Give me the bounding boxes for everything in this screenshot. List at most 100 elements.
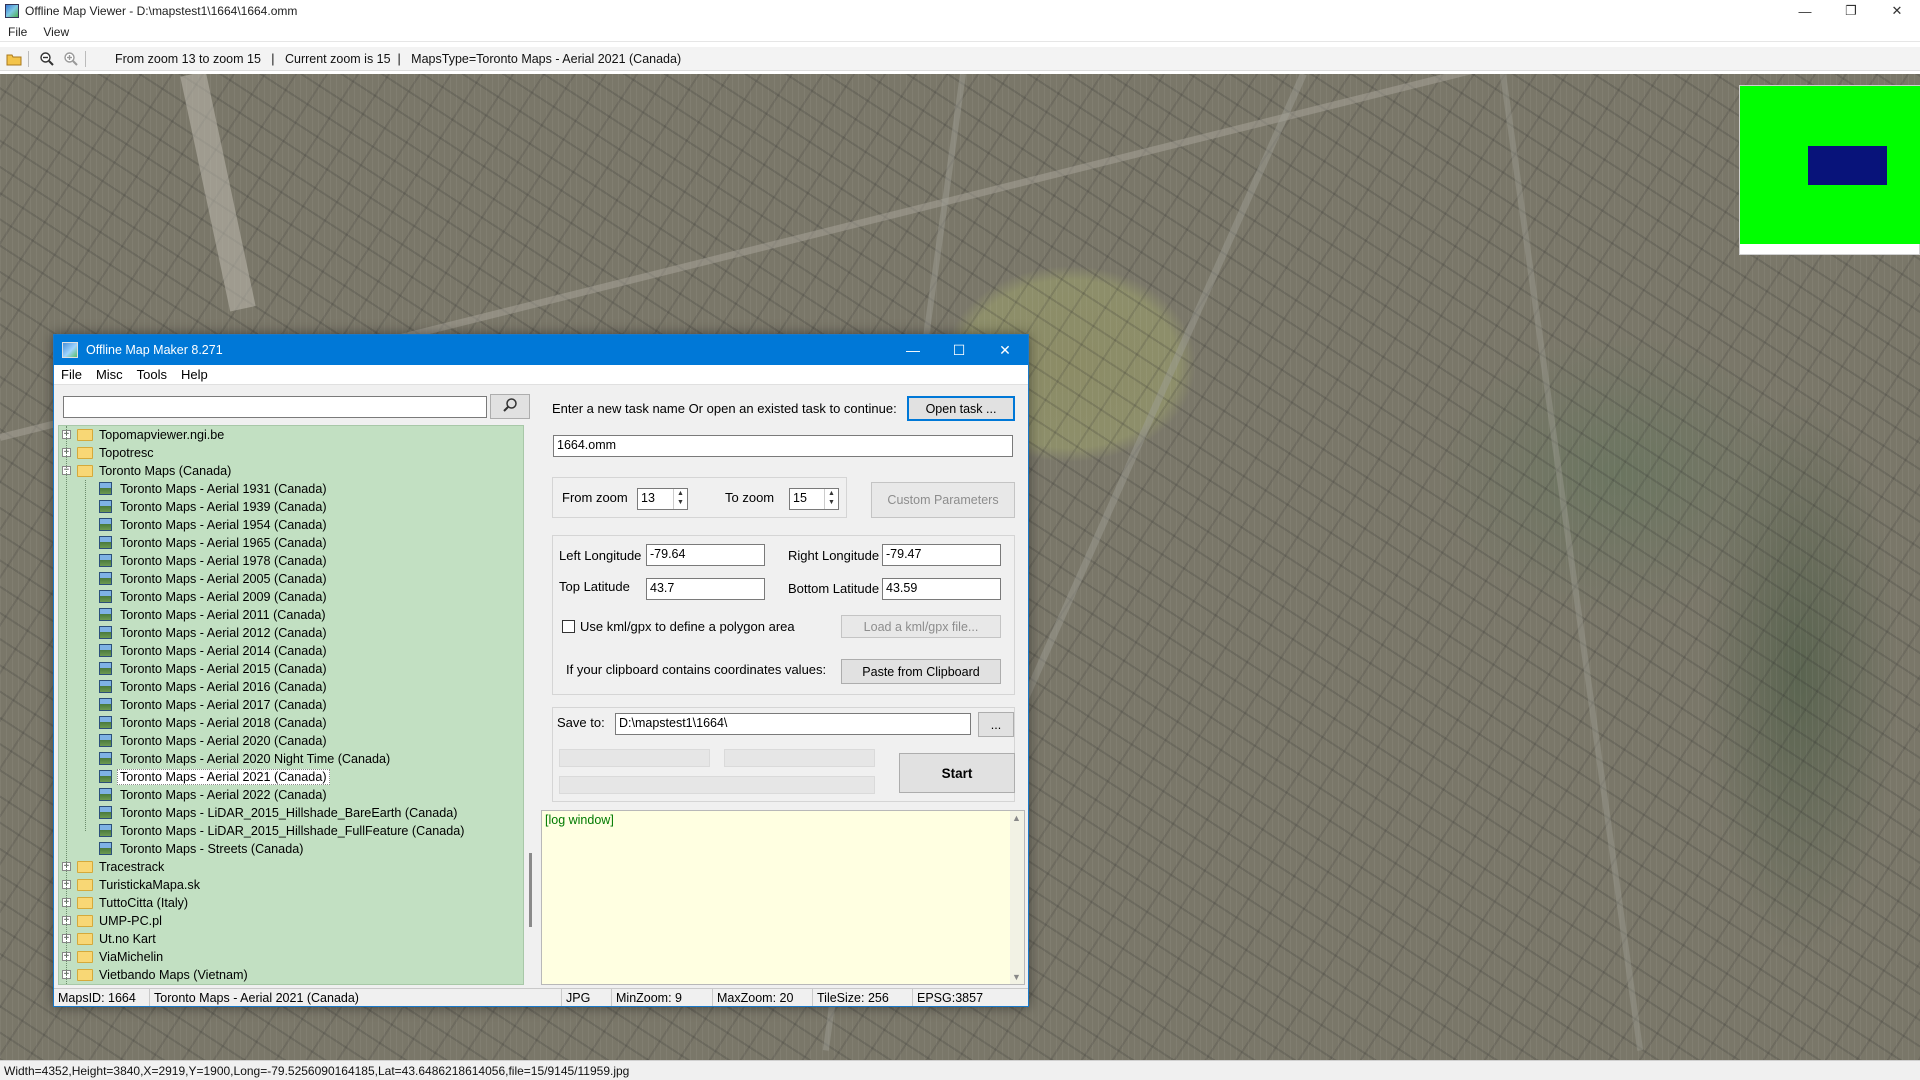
tree-item[interactable]: Toronto Maps - Streets (Canada): [59, 840, 523, 858]
browse-button[interactable]: ...: [978, 712, 1014, 737]
tree-item[interactable]: Toronto Maps - Aerial 2015 (Canada): [59, 660, 523, 678]
tree-item-label: Toronto Maps - Aerial 1978 (Canada): [120, 554, 327, 568]
tree-item[interactable]: Toronto Maps - Aerial 2009 (Canada): [59, 588, 523, 606]
tree-item[interactable]: + Vietbando Maps (Vietnam): [59, 966, 523, 984]
map-source-icon: [99, 752, 112, 765]
minimize-button[interactable]: —: [1782, 0, 1828, 22]
chevron-up-icon[interactable]: ▲: [1012, 813, 1021, 823]
custom-parameters-button[interactable]: Custom Parameters: [871, 482, 1015, 518]
tree-item[interactable]: Toronto Maps - Aerial 1931 (Canada): [59, 480, 523, 498]
to-zoom-spinner[interactable]: 15 ▲ ▼: [789, 488, 839, 510]
chevron-down-icon[interactable]: ▼: [1012, 972, 1021, 982]
tree-item[interactable]: Toronto Maps - Aerial 2017 (Canada): [59, 696, 523, 714]
open-task-button[interactable]: Open task ...: [907, 396, 1015, 421]
from-zoom-spinner[interactable]: 13 ▲ ▼: [637, 488, 688, 510]
save-to-field[interactable]: D:\mapstest1\1664\: [615, 713, 971, 735]
tree-item[interactable]: Toronto Maps - Aerial 2014 (Canada): [59, 642, 523, 660]
tree-item[interactable]: Toronto Maps - Aerial 2022 (Canada): [59, 786, 523, 804]
tree-item-label: Topotresc: [99, 446, 154, 460]
folder-icon: [77, 861, 93, 873]
tree-item[interactable]: Toronto Maps - Aerial 2020 (Canada): [59, 732, 523, 750]
scrollbar-thumb[interactable]: [529, 853, 532, 927]
menu-view[interactable]: View: [35, 25, 77, 39]
paste-from-clipboard-button[interactable]: Paste from Clipboard: [841, 659, 1001, 684]
menu-file[interactable]: File: [54, 367, 89, 382]
progress-bar: [559, 749, 710, 767]
tree-item-label: Toronto Maps - Aerial 2017 (Canada): [120, 698, 327, 712]
map-source-icon: [99, 482, 112, 495]
tree-item-label: Toronto Maps - LiDAR_2015_Hillshade_Full…: [120, 824, 465, 838]
tree-item[interactable]: + ViaMichelin: [59, 948, 523, 966]
toolbar-separator: [85, 50, 86, 67]
task-name-field[interactable]: 1664.omm: [553, 435, 1013, 457]
tree-item[interactable]: + TuttoCitta (Italy): [59, 894, 523, 912]
top-latitude-field[interactable]: 43.7: [646, 578, 765, 600]
tree-scrollbar[interactable]: [524, 425, 538, 985]
tree-item[interactable]: Toronto Maps - Aerial 2020 Night Time (C…: [59, 750, 523, 768]
map-source-tree[interactable]: + Topomapviewer.ngi.be + Topotresc − Toronto …: [58, 425, 524, 985]
progress-bar: [559, 776, 875, 794]
task-prompt-label: Enter a new task name Or open an existed…: [552, 401, 897, 416]
zoom-in-icon[interactable]: [61, 49, 81, 69]
tree-item[interactable]: Toronto Maps - Aerial 1978 (Canada): [59, 552, 523, 570]
right-longitude-field[interactable]: -79.47: [882, 544, 1001, 566]
tree-item[interactable]: Toronto Maps - Aerial 1965 (Canada): [59, 534, 523, 552]
spinner-arrows[interactable]: ▲ ▼: [824, 489, 838, 509]
menu-misc[interactable]: Misc: [89, 367, 130, 382]
overview-minimap[interactable]: [1739, 85, 1920, 255]
minimap-viewport[interactable]: [1808, 146, 1887, 185]
from-zoom-label: From zoom: [562, 490, 628, 505]
save-to-label: Save to:: [557, 715, 605, 730]
left-longitude-field[interactable]: -79.64: [646, 544, 765, 566]
tree-item[interactable]: + UMP-PC.pl: [59, 912, 523, 930]
folder-icon: [77, 969, 93, 981]
close-button[interactable]: ✕: [1874, 0, 1920, 22]
menu-file[interactable]: File: [0, 25, 35, 39]
map-source-icon: [99, 518, 112, 531]
kml-checkbox-label: Use kml/gpx to define a polygon area: [580, 619, 795, 634]
status-map-name: Toronto Maps - Aerial 2021 (Canada): [150, 989, 562, 1006]
dialog-minimize-button[interactable]: —: [890, 335, 936, 365]
dialog-maximize-button[interactable]: ☐: [936, 335, 982, 365]
tree-item[interactable]: + Ut.no Kart: [59, 930, 523, 948]
zoom-out-icon[interactable]: [37, 49, 57, 69]
load-kml-button[interactable]: Load a kml/gpx file...: [841, 615, 1001, 638]
map-search-input[interactable]: [63, 396, 487, 418]
chevron-up-icon[interactable]: ▲: [825, 489, 838, 498]
tree-item[interactable]: Toronto Maps - Aerial 2012 (Canada): [59, 624, 523, 642]
search-button[interactable]: [490, 394, 530, 419]
tree-item-label: Toronto Maps - Aerial 2014 (Canada): [120, 644, 327, 658]
restore-button[interactable]: ❐: [1828, 0, 1874, 22]
tree-item[interactable]: Toronto Maps - LiDAR_2015_Hillshade_Bare…: [59, 804, 523, 822]
spinner-arrows[interactable]: ▲ ▼: [673, 489, 687, 509]
chevron-down-icon[interactable]: ▼: [674, 498, 687, 507]
bottom-latitude-field[interactable]: 43.59: [882, 578, 1001, 600]
tree-item[interactable]: Toronto Maps - Aerial 2005 (Canada): [59, 570, 523, 588]
menu-tools[interactable]: Tools: [130, 367, 174, 382]
chevron-down-icon[interactable]: ▼: [825, 498, 838, 507]
tree-item[interactable]: Toronto Maps - Aerial 1954 (Canada): [59, 516, 523, 534]
folder-icon: [77, 447, 93, 459]
tree-item-label: Ut.no Kart: [99, 932, 156, 946]
log-scrollbar[interactable]: ▲ ▼: [1010, 811, 1024, 984]
tree-item[interactable]: Toronto Maps - Aerial 2016 (Canada): [59, 678, 523, 696]
tree-item[interactable]: Toronto Maps - Aerial 2018 (Canada): [59, 714, 523, 732]
tree-item[interactable]: + TuristickaMapa.sk: [59, 876, 523, 894]
log-window[interactable]: [log window] ▲ ▼: [541, 810, 1025, 985]
tree-item-label: Toronto Maps - Aerial 2018 (Canada): [120, 716, 327, 730]
tree-item[interactable]: Toronto Maps - Aerial 2011 (Canada): [59, 606, 523, 624]
tree-item[interactable]: Toronto Maps - Aerial 2021 (Canada): [59, 768, 523, 786]
kml-checkbox[interactable]: [562, 620, 575, 633]
tree-item[interactable]: + Topomapviewer.ngi.be: [59, 426, 523, 444]
menu-help[interactable]: Help: [174, 367, 215, 382]
tree-item[interactable]: Toronto Maps - Aerial 1939 (Canada): [59, 498, 523, 516]
tree-item[interactable]: + Tracestrack: [59, 858, 523, 876]
open-folder-icon[interactable]: [4, 49, 24, 69]
tree-item[interactable]: − Toronto Maps (Canada): [59, 462, 523, 480]
tree-item[interactable]: + Topotresc: [59, 444, 523, 462]
start-button[interactable]: Start: [899, 753, 1015, 793]
dialog-close-button[interactable]: ✕: [982, 335, 1028, 365]
map-source-icon: [99, 554, 112, 567]
chevron-up-icon[interactable]: ▲: [674, 489, 687, 498]
tree-item[interactable]: Toronto Maps - LiDAR_2015_Hillshade_Full…: [59, 822, 523, 840]
